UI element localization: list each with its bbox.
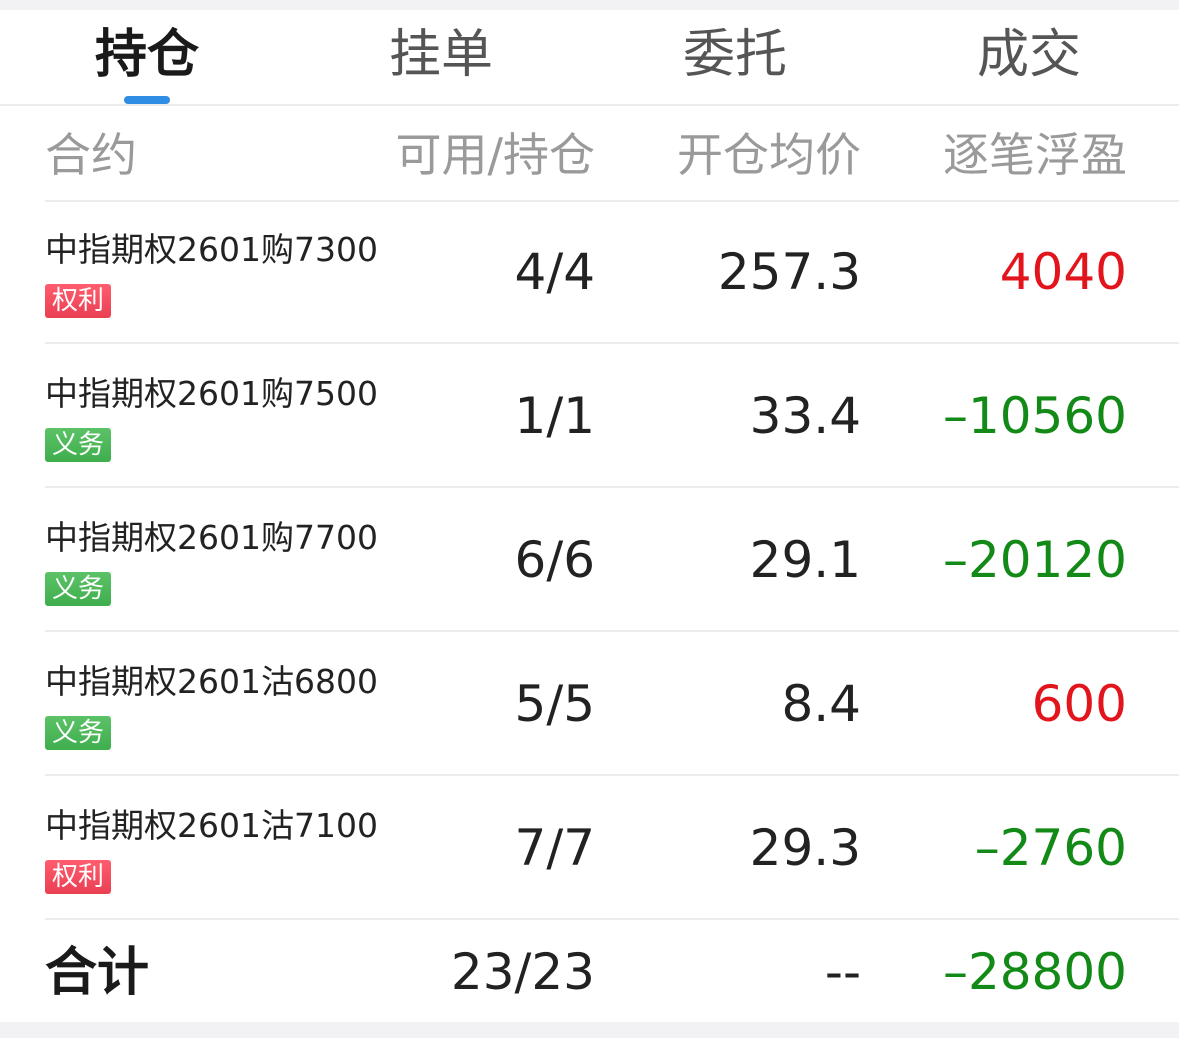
float-pl: –10560 [942,387,1127,445]
float-pl: 4040 [999,243,1127,301]
available-position: 6/6 [514,531,595,589]
tab-orders[interactable]: 委托 [588,10,882,104]
available-position: 7/7 [514,819,595,877]
contract-name: 中指期权2601购7300 [45,230,378,269]
tab-trades[interactable]: 成交 [882,10,1176,104]
tab-positions[interactable]: 持仓 [0,10,294,104]
open-avg-price: 33.4 [749,387,861,445]
total-label: 合计 [45,943,150,1003]
badge-obligation: 义务 [45,428,111,462]
table-row[interactable]: 中指期权2601沽7100 权利 7/7 29.3 –2760 [45,776,1179,920]
contract-name: 中指期权2601沽7100 [45,806,378,845]
column-contract: 合约 [45,128,137,182]
contract-name: 中指期权2601购7700 [45,518,378,557]
total-available-position: 23/23 [450,943,595,1001]
tab-bar: 持仓 挂单 委托 成交 [0,10,1179,106]
open-avg-price: 29.1 [749,531,861,589]
badge-obligation: 义务 [45,716,111,750]
available-position: 5/5 [514,675,595,733]
badge-right: 权利 [45,860,111,894]
contract-name: 中指期权2601购7500 [45,374,378,413]
column-header: 合约 可用/持仓 开仓均价 逐笔浮盈 [45,106,1179,202]
total-row: 合计 23/23 -- –28800 [45,922,1179,1022]
positions-panel: 持仓 挂单 委托 成交 合约 可用/持仓 开仓均价 逐笔浮盈 中指期权2601购… [0,10,1179,1022]
float-pl: –20120 [942,531,1127,589]
table-row[interactable]: 中指期权2601购7500 义务 1/1 33.4 –10560 [45,344,1179,488]
total-float-pl: –28800 [942,943,1127,1001]
tab-pending-orders[interactable]: 挂单 [294,10,588,104]
column-open-avg-price: 开仓均价 [677,128,861,182]
contract-name: 中指期权2601沽6800 [45,662,378,701]
column-available-position: 可用/持仓 [395,128,596,182]
float-pl: 600 [1031,675,1127,733]
active-tab-indicator [124,96,170,104]
float-pl: –2760 [974,819,1127,877]
table-row[interactable]: 中指期权2601购7300 权利 4/4 257.3 4040 [45,200,1179,344]
available-position: 4/4 [514,243,595,301]
total-open-avg-price: -- [824,943,861,1001]
badge-right: 权利 [45,284,111,318]
table-row[interactable]: 中指期权2601购7700 义务 6/6 29.1 –20120 [45,488,1179,632]
open-avg-price: 257.3 [717,243,861,301]
column-float-pl: 逐笔浮盈 [943,128,1127,182]
open-avg-price: 8.4 [781,675,861,733]
table-row[interactable]: 中指期权2601沽6800 义务 5/5 8.4 600 [45,632,1179,776]
open-avg-price: 29.3 [749,819,861,877]
available-position: 1/1 [514,387,595,445]
badge-obligation: 义务 [45,572,111,606]
